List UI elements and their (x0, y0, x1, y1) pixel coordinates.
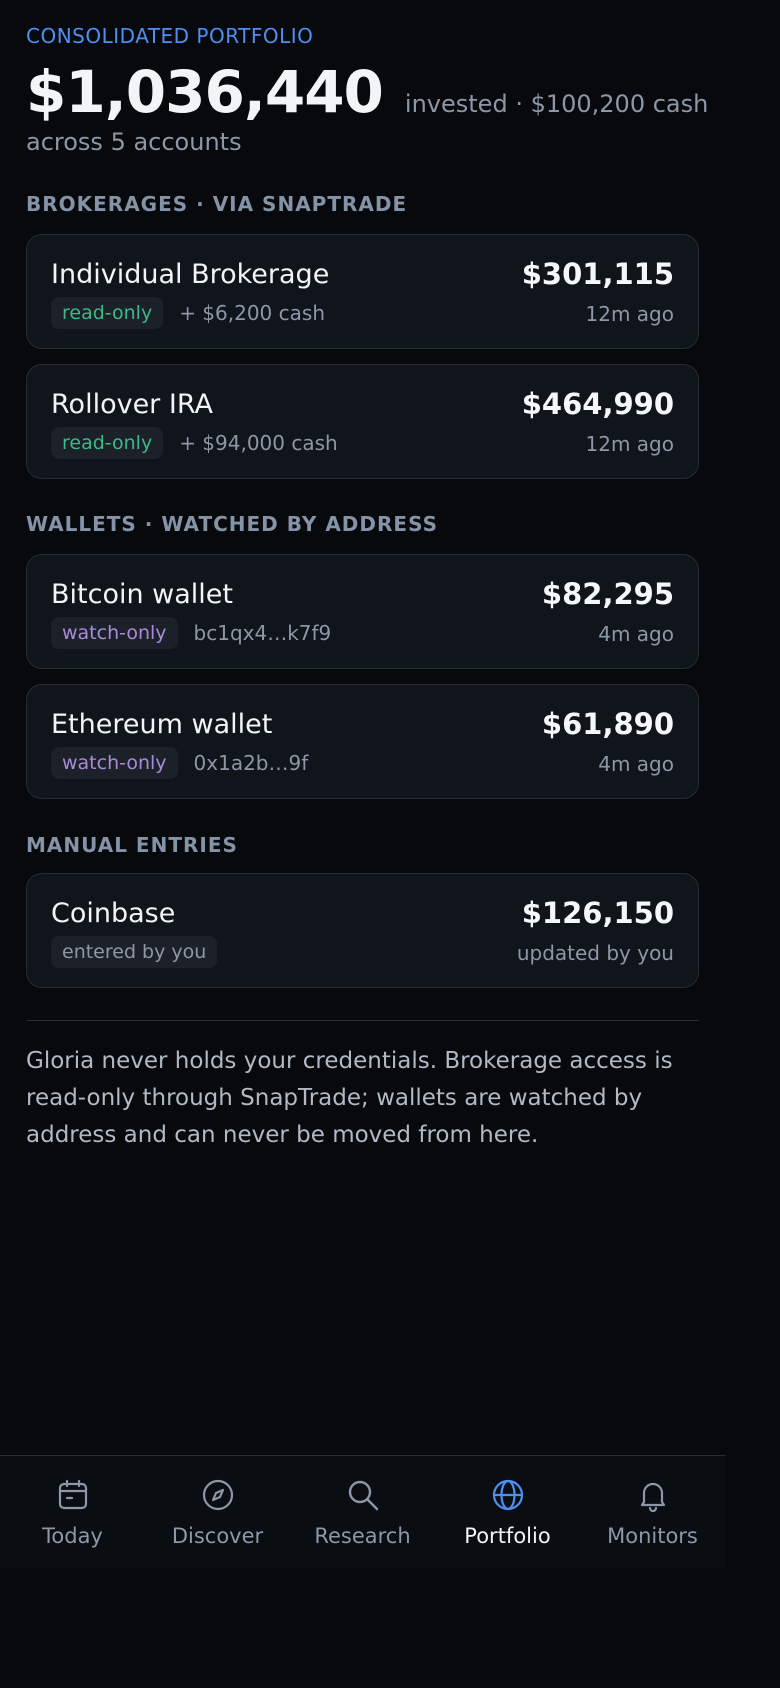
read-only-badge: read-only (51, 427, 164, 459)
account-name: Individual Brokerage (51, 259, 330, 290)
cash-balance: + $94,000 cash (179, 431, 338, 455)
divider (26, 1020, 699, 1021)
account-value: $126,150 (521, 896, 674, 930)
account-card-ethereum-wallet[interactable]: Ethereum wallet $61,890 watch-only 0x1a2… (26, 684, 699, 799)
tab-today[interactable]: Today (0, 1456, 145, 1569)
watch-only-badge: watch-only (51, 747, 178, 779)
tab-monitors[interactable]: Monitors (580, 1456, 725, 1569)
bottom-tab-bar: Today Discover Research Portfolio Monito… (0, 1455, 725, 1568)
account-count: across 5 accounts (26, 128, 242, 156)
tab-research[interactable]: Research (290, 1456, 435, 1569)
account-name: Coinbase (51, 898, 176, 929)
tab-portfolio[interactable]: Portfolio (435, 1456, 580, 1569)
account-meta: watch-only bc1qx4…k7f9 (51, 617, 331, 649)
compass-icon (202, 1479, 233, 1511)
page-eyebrow: CONSOLIDATED PORTFOLIO (26, 24, 314, 48)
last-updated: 4m ago (598, 622, 674, 646)
tab-label: Research (314, 1524, 411, 1548)
tab-label: Discover (171, 1524, 264, 1548)
bell-icon (640, 1482, 665, 1512)
account-card-bitcoin-wallet[interactable]: Bitcoin wallet $82,295 watch-only bc1qx4… (26, 554, 699, 669)
account-card-coinbase[interactable]: Coinbase $126,150 entered by you updated… (26, 873, 699, 988)
cash-balance: + $6,200 cash (179, 301, 325, 325)
account-name: Rollover IRA (51, 389, 213, 420)
account-name: Bitcoin wallet (51, 579, 233, 610)
last-updated: updated by you (516, 941, 674, 965)
security-footnote: Gloria never holds your credentials. Bro… (26, 1048, 673, 1148)
invested-cash-summary: invested · $100,200 cash (404, 90, 709, 118)
account-value: $301,115 (521, 257, 674, 291)
section-manual-entries: MANUAL ENTRIES (26, 833, 238, 857)
globe-icon (492, 1479, 523, 1511)
calendar-icon (58, 1479, 87, 1510)
tab-label: Monitors (607, 1524, 698, 1548)
account-meta: read-only + $94,000 cash (51, 427, 338, 459)
tab-label: Portfolio (464, 1524, 551, 1548)
last-updated: 12m ago (585, 302, 674, 326)
read-only-badge: read-only (51, 297, 164, 329)
wallet-address: bc1qx4…k7f9 (193, 621, 332, 645)
section-wallets: WALLETS · WATCHED BY ADDRESS (26, 512, 438, 536)
account-value: $464,990 (521, 387, 674, 421)
total-value: $1,036,440 (26, 58, 384, 126)
watch-only-badge: watch-only (51, 617, 178, 649)
account-meta: watch-only 0x1a2b…9f (51, 747, 308, 779)
portfolio-summary: $1,036,440 invested · $100,200 cash (26, 58, 708, 126)
account-card-rollover-ira[interactable]: Rollover IRA $464,990 read-only + $94,00… (26, 364, 699, 479)
account-name: Ethereum wallet (51, 709, 273, 740)
account-value: $82,295 (541, 577, 674, 611)
portfolio-screen: CONSOLIDATED PORTFOLIO $1,036,440 invest… (0, 0, 725, 1568)
account-meta: entered by you (51, 936, 218, 968)
account-card-individual-brokerage[interactable]: Individual Brokerage $301,115 read-only … (26, 234, 699, 349)
tab-discover[interactable]: Discover (145, 1456, 290, 1569)
manual-entry-badge: entered by you (51, 936, 218, 968)
account-meta: read-only + $6,200 cash (51, 297, 325, 329)
search-icon (348, 1480, 378, 1511)
last-updated: 4m ago (598, 752, 674, 776)
wallet-address: 0x1a2b…9f (193, 751, 309, 775)
last-updated: 12m ago (585, 432, 674, 456)
account-value: $61,890 (541, 707, 674, 741)
section-brokerages: BROKERAGES · VIA SNAPTRADE (26, 192, 408, 216)
tab-label: Today (42, 1524, 103, 1548)
